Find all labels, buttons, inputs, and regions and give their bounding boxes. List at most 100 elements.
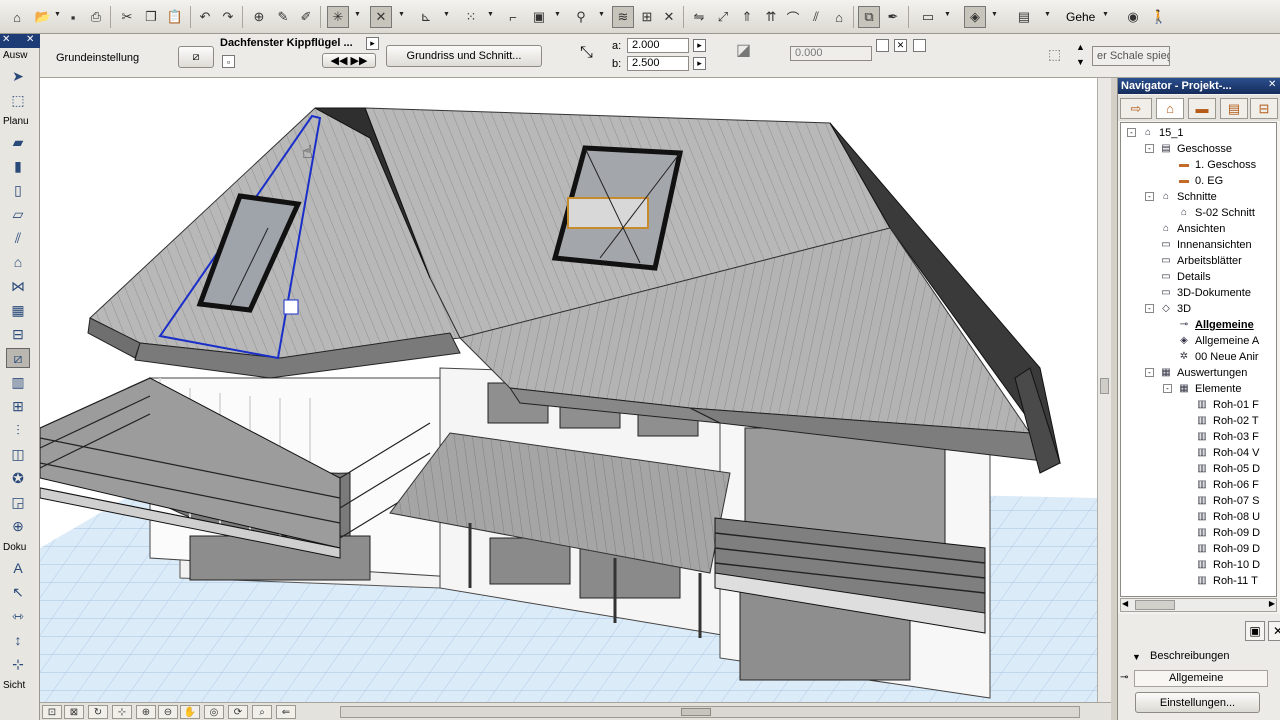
stair-tool-icon[interactable]: ⫽ [6,228,30,248]
trim-icon[interactable]: ⌐ [502,6,524,28]
navigator-tree-item[interactable]: ▥ Roh-11 T [1195,573,1258,589]
navigator-tree-item[interactable]: ▭ 3D-Dokumente [1159,285,1251,301]
window-tool-icon[interactable]: ⊟ [6,324,30,344]
navigator-tree-item[interactable]: - ⌂ 15_1 [1127,125,1183,141]
text-tool-icon[interactable]: A [6,558,30,578]
view-mode-button[interactable]: Grundriss und Schnitt... [386,45,542,67]
new-icon[interactable]: ⌂ [6,6,28,28]
navigator-tree-item[interactable]: ⌂ S-02 Schnitt [1177,205,1255,221]
next-icon[interactable]: ▶▶ [351,54,368,67]
navigator-tree-item[interactable]: ▥ Roh-05 D [1195,461,1260,477]
pen-settings-icon[interactable]: ✒ [882,6,904,28]
object-name-arrow-icon[interactable]: ▸ [366,37,379,50]
navigator-tree-item[interactable]: - ◇ 3D [1145,301,1191,317]
tab-organizer-icon[interactable]: ⊟ [1250,98,1278,119]
zoom-out-icon[interactable]: ⊖ [158,705,178,719]
checkbox-3[interactable] [913,39,926,52]
zoom-area-icon[interactable]: ⌕ [252,705,272,719]
lock-icon[interactable]: ⚲ [570,6,592,28]
tab-project-map-icon[interactable]: ⇨ [1120,98,1152,119]
open-dropdown-icon[interactable]: ▼ [54,11,61,18]
b-input[interactable]: 2.500 [627,56,689,71]
print-icon[interactable]: ⎙ [85,6,107,28]
b-arrow-icon[interactable]: ▸ [693,57,706,70]
syringe-icon[interactable]: ✐ [295,6,317,28]
split-icon[interactable]: ⫽ [805,6,827,28]
tree-horizontal-scrollbar[interactable]: ◀ ▶ [1120,598,1277,612]
tree-expander-icon[interactable]: - [1145,304,1154,313]
navigator-tree-item[interactable]: ▭ Details [1159,269,1210,285]
description-field[interactable]: Allgemeine [1134,670,1268,687]
dimension-icon[interactable]: ⊞ [636,6,658,28]
navigator-tree-item[interactable]: ▬ 1. Geschoss [1177,157,1256,173]
door-tool-icon[interactable]: ▦ [6,300,30,320]
fit-window-icon[interactable]: ⊹ [112,705,132,719]
grid-dropdown-icon[interactable]: ▼ [487,11,494,18]
open-icon[interactable]: 📂 [32,6,54,28]
guide-lines-icon[interactable]: ⊾ [415,6,437,28]
tree-expander-icon[interactable]: - [1145,368,1154,377]
tab-view-map-icon[interactable]: ⌂ [1156,98,1184,119]
navigator-tree-item[interactable]: - ⌂ Schnitte [1145,189,1217,205]
navigator-tree-item[interactable]: ▥ Roh-02 T [1195,413,1258,429]
lock-dropdown-icon[interactable]: ▼ [598,11,605,18]
navigator-tree-item[interactable]: ▥ Roh-10 D [1195,557,1260,573]
navigator-tree-item[interactable]: ▥ Roh-07 S [1195,493,1259,509]
prev-next-buttons[interactable]: ◀◀ ▶▶ [322,53,376,68]
delete-view-icon[interactable]: ✕ [1268,621,1280,641]
prev-icon[interactable]: ◀◀ [331,54,348,67]
zoom-window-icon[interactable]: ⊠ [64,705,84,719]
collapse-triangle-icon[interactable]: ▼ [1132,652,1141,662]
mesh-tool-icon[interactable]: ◫ [6,444,30,464]
tab-publisher-icon[interactable]: ▤ [1220,98,1248,119]
marquee-tool-icon[interactable]: ⬚ [6,90,30,110]
level-dim-tool-icon[interactable]: ↕ [6,630,30,650]
mirror-icon[interactable]: ⇋ [688,6,710,28]
label-tool-icon[interactable]: ↖ [6,582,30,602]
copy-icon[interactable]: ❐ [140,6,162,28]
3d-model-render[interactable]: ☝ [40,78,1097,702]
elevate-icon[interactable]: ⇑ [736,6,758,28]
horizontal-scroll-thumb[interactable] [681,708,711,716]
reference-point-icon[interactable]: ▫ [222,55,235,68]
guide-dropdown-icon[interactable]: ▼ [443,11,450,18]
object-tool-icon[interactable]: ⫶ [6,420,30,440]
goto-label[interactable]: Gehe [1066,10,1095,24]
tree-scroll-left-icon[interactable]: ◀ [1122,599,1128,608]
save-icon[interactable]: ▪ [62,6,84,28]
window-layout-icon[interactable]: ▭ [917,6,939,28]
zoom-in-icon[interactable]: ⊕ [136,705,156,719]
wall-tool-icon[interactable]: ▰ [6,132,30,152]
redo-icon[interactable]: ↷ [217,6,239,28]
wand-dropdown-icon[interactable]: ▼ [354,11,361,18]
navigator-tree-item[interactable]: ✲ 00 Neue Anir [1177,349,1259,365]
tree-scroll-thumb[interactable] [1135,600,1175,610]
morph-tool-icon[interactable]: ⊞ [6,396,30,416]
tree-scroll-right-icon[interactable]: ▶ [1269,599,1275,608]
group-dropdown-icon[interactable]: ▼ [554,11,561,18]
rotate-view-icon[interactable]: ⟳ [228,705,248,719]
layout-dropdown-icon[interactable]: ▼ [944,11,951,18]
view-dropdown-icon[interactable]: ▼ [1044,11,1051,18]
roof-icon[interactable]: ⌂ [828,6,850,28]
beam-tool-icon[interactable]: ▯ [6,180,30,200]
horizontal-scroll-track[interactable] [340,706,1080,718]
settings-button[interactable]: Einstellungen... [1135,692,1260,713]
magic-wand-icon[interactable]: ✳ [327,6,349,28]
paste-icon[interactable]: 📋 [164,6,186,28]
navigator-tree-item[interactable]: ▥ Roh-04 V [1195,445,1259,461]
elevation-dim-tool-icon[interactable]: ⊹ [6,654,30,674]
navigator-tree-item[interactable]: ⌂ Ansichten [1159,221,1225,237]
view-layout-icon[interactable]: ▤ [1013,6,1035,28]
3d-window-icon[interactable]: ◈ [964,6,986,28]
elevation-up-icon[interactable]: ▲ [1076,42,1085,52]
toolbox-close-icon[interactable]: ✕ [2,34,10,45]
group-icon[interactable]: ▣ [528,6,550,28]
new-view-icon[interactable]: ▣ [1245,621,1265,641]
fillet-icon[interactable]: ⌒ [782,6,804,28]
skylight-tool-icon[interactable]: ⧄ [6,348,30,368]
tree-expander-icon[interactable]: - [1145,192,1154,201]
vertical-scroll-thumb[interactable] [1100,378,1109,394]
goto-dropdown-icon[interactable]: ▼ [1102,11,1109,18]
gravity-dropdown-icon[interactable]: ▼ [398,11,405,18]
